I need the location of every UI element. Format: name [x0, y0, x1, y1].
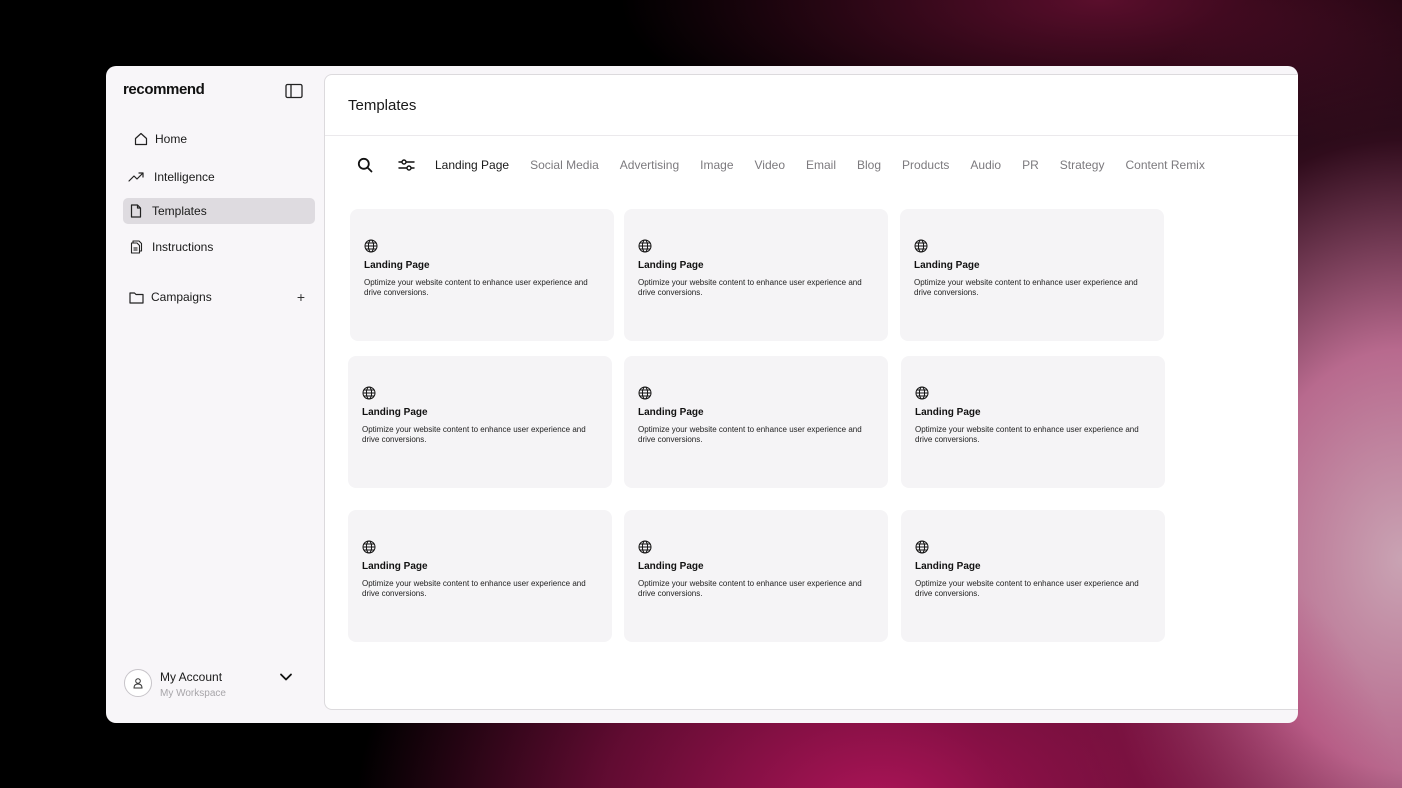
template-card-description: Optimize your website content to enhance… [914, 278, 1138, 297]
main-header: Templates [325, 75, 1298, 136]
template-card[interactable]: Landing Page Optimize your website conte… [624, 209, 888, 341]
user-icon [133, 678, 143, 689]
template-card[interactable]: Landing Page Optimize your website conte… [901, 510, 1165, 642]
tab-audio[interactable]: Audio [970, 158, 1001, 172]
sidebar-toggle-icon[interactable] [285, 83, 303, 99]
trending-up-icon [128, 169, 144, 185]
account-menu[interactable]: My Account My Workspace [123, 667, 298, 703]
sidebar: recommend Home Intelligence Templates In… [106, 66, 324, 723]
file-icon [128, 203, 144, 219]
template-card-description: Optimize your website content to enhance… [638, 579, 862, 598]
tab-email[interactable]: Email [806, 158, 836, 172]
sidebar-item-campaigns[interactable]: Campaigns + [123, 284, 309, 310]
template-card-description: Optimize your website content to enhance… [362, 425, 586, 444]
globe-icon [638, 239, 652, 253]
globe-icon [364, 239, 378, 253]
filter-sliders-icon[interactable] [398, 157, 415, 173]
tab-content-remix[interactable]: Content Remix [1125, 158, 1204, 172]
template-card[interactable]: Landing Page Optimize your website conte… [624, 510, 888, 642]
app-window: recommend Home Intelligence Templates In… [106, 66, 1298, 723]
add-campaign-icon[interactable]: + [293, 289, 309, 305]
search-icon[interactable] [357, 157, 373, 173]
globe-icon [915, 386, 929, 400]
template-card-title: Landing Page [915, 407, 981, 418]
sidebar-item-label: Instructions [152, 240, 214, 254]
tab-social-media[interactable]: Social Media [530, 158, 599, 172]
tab-image[interactable]: Image [700, 158, 733, 172]
workspace-name: My Workspace [160, 688, 226, 699]
tab-pr[interactable]: PR [1022, 158, 1039, 172]
tab-products[interactable]: Products [902, 158, 949, 172]
folder-icon [128, 289, 144, 305]
template-card-title: Landing Page [638, 260, 704, 271]
template-card-description: Optimize your website content to enhance… [915, 425, 1139, 444]
sidebar-item-label: Campaigns [151, 290, 212, 304]
globe-icon [915, 540, 929, 554]
sidebar-item-templates[interactable]: Templates [123, 198, 315, 224]
template-card-title: Landing Page [364, 260, 430, 271]
documents-icon [128, 239, 144, 255]
sidebar-item-label: Intelligence [154, 170, 215, 184]
sidebar-item-home[interactable]: Home [123, 126, 315, 152]
tab-blog[interactable]: Blog [857, 158, 881, 172]
globe-icon [638, 540, 652, 554]
template-card[interactable]: Landing Page Optimize your website conte… [900, 209, 1164, 341]
template-card-description: Optimize your website content to enhance… [638, 278, 862, 297]
chevron-down-icon[interactable] [278, 669, 294, 685]
tab-landing-page[interactable]: Landing Page [435, 158, 509, 172]
tab-video[interactable]: Video [755, 158, 785, 172]
avatar [124, 669, 152, 697]
category-tabs: Landing Page Social Media Advertising Im… [435, 153, 1226, 177]
tab-strategy[interactable]: Strategy [1060, 158, 1105, 172]
template-card-title: Landing Page [914, 260, 980, 271]
main-panel: Templates Landing Page Social Media Adve… [324, 74, 1298, 710]
template-card-description: Optimize your website content to enhance… [915, 579, 1139, 598]
template-card-title: Landing Page [362, 561, 428, 572]
app-logo: recommend [123, 81, 205, 98]
globe-icon [362, 386, 376, 400]
sidebar-item-label: Templates [152, 204, 207, 218]
sidebar-item-intelligence[interactable]: Intelligence [123, 164, 315, 190]
template-card-description: Optimize your website content to enhance… [638, 425, 862, 444]
template-card[interactable]: Landing Page Optimize your website conte… [901, 356, 1165, 488]
template-card-title: Landing Page [638, 561, 704, 572]
globe-icon [638, 386, 652, 400]
page-title: Templates [348, 97, 417, 114]
sidebar-item-instructions[interactable]: Instructions [123, 234, 315, 260]
template-card[interactable]: Landing Page Optimize your website conte… [350, 209, 614, 341]
template-card[interactable]: Landing Page Optimize your website conte… [348, 356, 612, 488]
template-card[interactable]: Landing Page Optimize your website conte… [624, 356, 888, 488]
template-card[interactable]: Landing Page Optimize your website conte… [348, 510, 612, 642]
template-card-title: Landing Page [362, 407, 428, 418]
home-icon [133, 131, 149, 147]
template-card-description: Optimize your website content to enhance… [364, 278, 588, 297]
sidebar-item-label: Home [155, 132, 188, 146]
globe-icon [362, 540, 376, 554]
globe-icon [914, 239, 928, 253]
tab-advertising[interactable]: Advertising [620, 158, 679, 172]
template-toolbar: Landing Page Social Media Advertising Im… [325, 153, 1298, 177]
template-card-title: Landing Page [638, 407, 704, 418]
template-card-description: Optimize your website content to enhance… [362, 579, 586, 598]
account-name: My Account [160, 670, 223, 684]
template-card-title: Landing Page [915, 561, 981, 572]
